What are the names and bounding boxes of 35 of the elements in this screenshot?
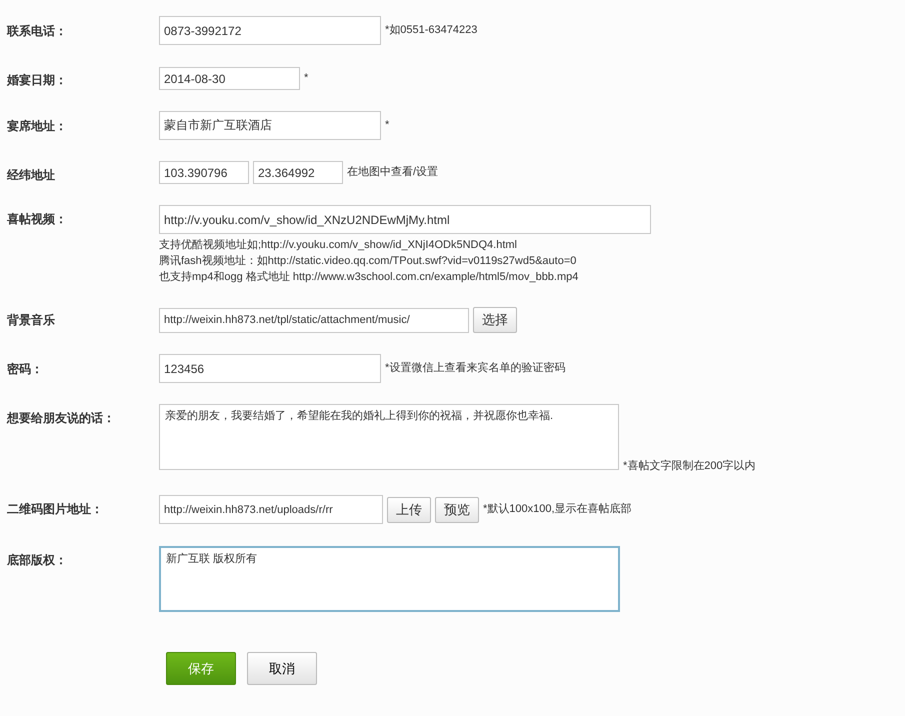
hint-text: *默认100x100,显示在喜帖底部 [483,502,632,518]
field-label: 婚宴日期： [6,72,68,89]
hint-text: *设置微信上查看来宾名单的验证密码 [385,360,566,376]
hint-text: 在地图中查看/设置 [347,165,438,180]
input-field[interactable]: 103.390796 [159,161,249,184]
cancel-button[interactable]: 取消 [247,652,317,685]
hint-text: * [304,71,308,86]
input-field[interactable]: http://v.youku.com/v_show/id_XNzU2NDEwMjMy.html [159,205,651,234]
hint-text: *喜帖文字限制在200字以内 [623,458,756,474]
input-field[interactable]: 123456 [159,354,381,383]
hint-text: * [385,118,390,134]
field-label: 喜帖视频： [6,211,68,228]
input-field[interactable]: http://weixin.hh873.net/uploads/r/rr [159,495,383,524]
input-field[interactable]: 0873-3992172 [159,16,381,45]
hint-text: 腾讯fash视频地址：如http://static.video.qq.com/TPout.swf?vid=v0119s27wd5&auto=0 [159,254,578,269]
field-label: 二维码图片地址： [6,501,104,518]
hint-text: *如0551-63474223 [385,23,478,38]
field-label: 想要给朋友说的话： [6,410,116,427]
button[interactable]: 上传 [387,496,431,522]
input-field[interactable]: http://weixin.hh873.net/tpl/static/attachment/music/ [159,308,469,332]
input-field[interactable]: 23.364992 [253,161,343,184]
field-label: 底部版权： [6,552,68,569]
text-area[interactable]: 亲爱的朋友，我要结婚了，希望能在我的婚礼上得到你的祝福，并祝愿你也幸福. [159,404,619,470]
input-field[interactable]: 蒙自市新广互联酒店 [159,111,381,140]
input-field[interactable]: 2014-08-30 [159,67,300,90]
field-label: 联系电话： [6,23,68,40]
text-area[interactable]: 新广互联 版权所有 [159,546,620,612]
hint-text: 也支持mp4和ogg 格式地址 http://www.w3school.com.cn/example/html5/mov_bbb.mp4 [159,270,580,285]
field-label: 背景音乐 [6,312,56,329]
field-label: 宴席地址： [6,118,68,135]
button[interactable]: 选择 [473,307,517,333]
field-label: 密码： [6,361,44,378]
field-label: 经纬地址 [6,167,56,184]
hint-text: 支持优酷视频地址如;http://v.youku.com/v_show/id_XNjI4ODk5NDQ4.html [159,238,518,253]
button[interactable]: 预览 [435,496,479,522]
